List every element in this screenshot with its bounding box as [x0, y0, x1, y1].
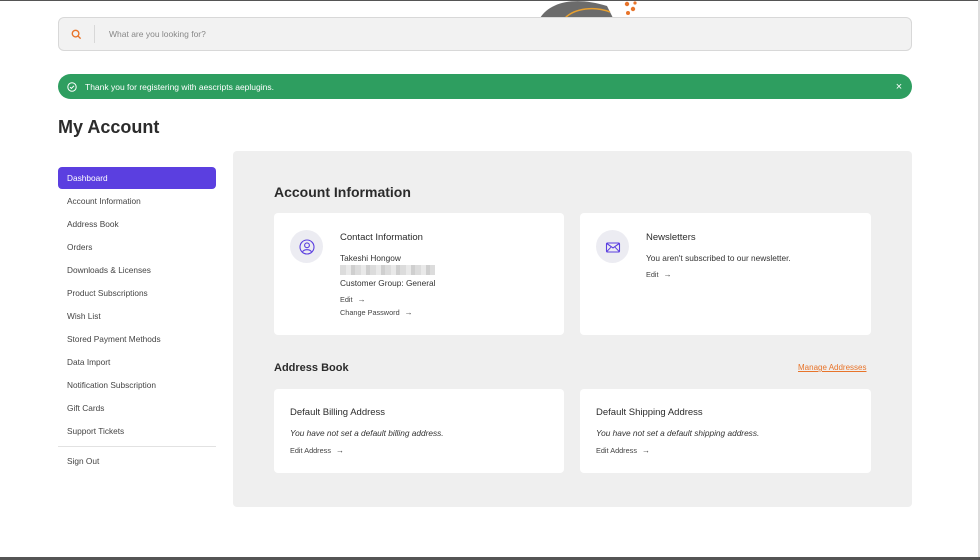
sign-out-link[interactable]: Sign Out — [58, 450, 216, 473]
manage-addresses-link[interactable]: Manage Addresses — [798, 363, 867, 372]
window-top-border — [0, 0, 980, 1]
sidebar-item-wish-list[interactable]: Wish List — [58, 305, 216, 328]
contact-information-card: Contact Information Takeshi Hongow Custo… — [274, 213, 564, 335]
envelope-icon — [596, 230, 629, 263]
header-decoration — [540, 1, 637, 18]
sidebar-item-stored-payment-methods[interactable]: Stored Payment Methods — [58, 328, 216, 351]
arrow-right-icon: → — [335, 446, 344, 455]
sidebar-item-downloads-licenses[interactable]: Downloads & Licenses — [58, 259, 216, 282]
newsletter-status: You aren't subscribed to our newsletter. — [646, 253, 791, 263]
dashboard-panel: Account Information Contact Information … — [233, 151, 912, 507]
shipping-address-title: Default Shipping Address — [596, 407, 703, 418]
billing-address-card: Default Billing Address You have not set… — [274, 389, 564, 473]
sidebar-item-product-subscriptions[interactable]: Product Subscriptions — [58, 282, 216, 305]
edit-contact-label: Edit — [340, 295, 353, 304]
sidebar-item-support-tickets[interactable]: Support Tickets — [58, 420, 216, 443]
sidebar-divider — [58, 446, 216, 447]
check-circle-icon — [67, 81, 77, 92]
change-password-link[interactable]: Change Password → — [340, 308, 413, 317]
account-information-heading: Account Information — [274, 184, 411, 200]
page-title: My Account — [58, 117, 160, 137]
billing-address-text: You have not set a default billing addre… — [290, 428, 444, 438]
sidebar-item-data-import[interactable]: Data Import — [58, 351, 216, 374]
edit-shipping-address-label: Edit Address — [596, 446, 637, 455]
sidebar-item-address-book[interactable]: Address Book — [58, 213, 216, 236]
sidebar-item-notification-subscription[interactable]: Notification Subscription — [58, 374, 216, 397]
shipping-address-card: Default Shipping Address You have not se… — [580, 389, 871, 473]
sidebar-item-gift-cards[interactable]: Gift Cards — [58, 397, 216, 420]
arrow-right-icon: → — [404, 308, 413, 317]
edit-contact-link[interactable]: Edit → — [340, 295, 366, 304]
newsletters-title: Newsletters — [646, 232, 696, 243]
edit-billing-address-label: Edit Address — [290, 446, 331, 455]
customer-name: Takeshi Hongow — [340, 253, 401, 263]
arrow-right-icon: → — [357, 295, 366, 304]
redacted-email — [340, 265, 435, 275]
success-alert: Thank you for registering with aescripts… — [58, 74, 912, 99]
search-input[interactable] — [109, 29, 809, 39]
sidebar-item-account-information[interactable]: Account Information — [58, 190, 216, 213]
search-bar[interactable] — [58, 17, 912, 51]
arrow-right-icon: → — [641, 446, 650, 455]
sidebar-item-orders[interactable]: Orders — [58, 236, 216, 259]
arrow-right-icon: → — [663, 270, 672, 279]
contact-information-title: Contact Information — [340, 232, 423, 243]
sidebar-item-dashboard[interactable]: Dashboard — [58, 167, 216, 189]
customer-group: Customer Group: General — [340, 278, 436, 288]
account-sidebar: Dashboard Account Information Address Bo… — [58, 167, 216, 473]
change-password-label: Change Password — [340, 308, 400, 317]
edit-shipping-address-link[interactable]: Edit Address → — [596, 446, 650, 455]
user-icon — [290, 230, 323, 263]
newsletters-card: Newsletters You aren't subscribed to our… — [580, 213, 871, 335]
shipping-address-text: You have not set a default shipping addr… — [596, 428, 760, 438]
edit-newsletter-label: Edit — [646, 270, 659, 279]
billing-address-title: Default Billing Address — [290, 407, 386, 418]
address-book-heading: Address Book — [274, 362, 349, 374]
edit-newsletter-link[interactable]: Edit → — [646, 270, 672, 279]
search-icon[interactable] — [59, 25, 95, 43]
alert-message: Thank you for registering with aescripts… — [85, 81, 274, 92]
close-icon[interactable]: × — [886, 81, 912, 93]
edit-billing-address-link[interactable]: Edit Address → — [290, 446, 344, 455]
